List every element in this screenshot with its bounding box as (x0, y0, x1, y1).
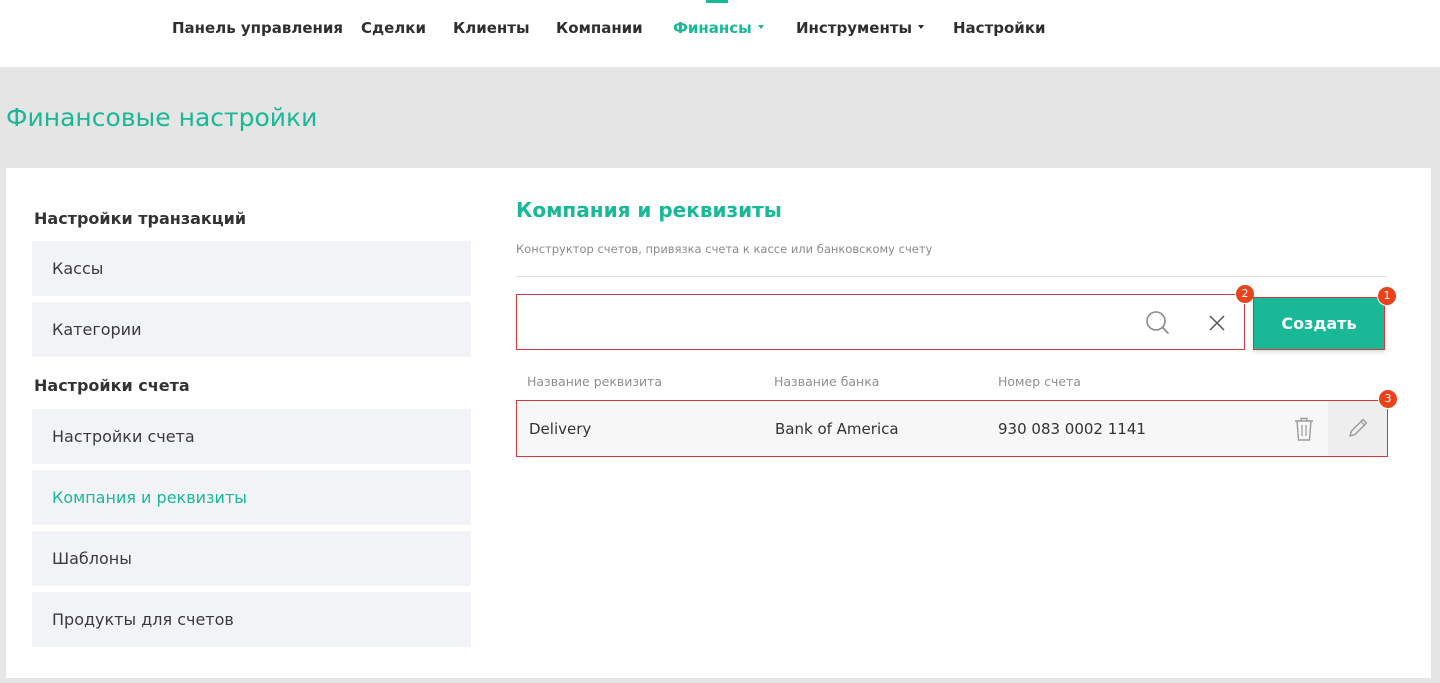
table-row[interactable]: Delivery Bank of America 930 083 0002 11… (516, 400, 1388, 457)
active-nav-indicator (706, 0, 728, 3)
pencil-icon[interactable] (1346, 416, 1370, 440)
annotation-badge-2: 2 (1236, 285, 1254, 303)
trash-icon[interactable] (1293, 416, 1315, 442)
annotation-badge-3: 3 (1379, 390, 1397, 408)
page-title: Финансовые настройки (6, 103, 318, 132)
create-button[interactable]: Создать (1253, 297, 1385, 350)
nav-item-clients[interactable]: Клиенты (453, 19, 530, 37)
section-title: Компания и реквизиты (516, 198, 782, 222)
nav-item-settings[interactable]: Настройки (953, 19, 1046, 37)
caret-down-icon (918, 24, 925, 29)
search-box (516, 294, 1245, 350)
sidebar-item-invoice-settings[interactable]: Настройки счета (32, 409, 471, 464)
sidebar-item-templates[interactable]: Шаблоны (32, 531, 471, 586)
nav-item-tools-label: Инструменты (796, 19, 913, 37)
top-navigation: Панель управления Сделки Клиенты Компани… (0, 0, 1440, 67)
sidebar-item-cash-registers[interactable]: Кассы (32, 241, 471, 296)
cell-bank-name: Bank of America (775, 420, 899, 438)
search-icon[interactable] (1145, 310, 1171, 336)
nav-item-companies[interactable]: Компании (556, 19, 643, 37)
nav-item-finance[interactable]: Финансы (673, 19, 764, 37)
column-header-bank-name: Название банка (774, 374, 880, 389)
sidebar-heading-transactions: Настройки транзакций (34, 209, 247, 228)
annotation-badge-1: 1 (1378, 287, 1396, 305)
sidebar-item-categories[interactable]: Категории (32, 302, 471, 357)
nav-item-dashboard[interactable]: Панель управления (172, 19, 343, 37)
column-header-requisite-name: Название реквизита (527, 374, 663, 389)
sidebar-item-company-details[interactable]: Компания и реквизиты (32, 470, 471, 525)
section-divider (516, 276, 1386, 277)
search-input[interactable] (527, 307, 1127, 337)
edit-cell (1328, 401, 1387, 456)
settings-card: Настройки транзакций Кассы Категории Нас… (6, 168, 1431, 678)
cell-requisite-name: Delivery (529, 420, 592, 438)
nav-item-finance-label: Финансы (673, 19, 752, 37)
nav-item-deals[interactable]: Сделки (361, 19, 426, 37)
nav-item-tools[interactable]: Инструменты (796, 19, 925, 37)
section-subtitle: Конструктор счетов, привязка счета к кас… (516, 242, 933, 256)
column-header-account-number: Номер счета (998, 374, 1081, 389)
cell-account-number: 930 083 0002 1141 (998, 420, 1146, 438)
caret-down-icon (757, 24, 764, 29)
sidebar-item-invoice-products[interactable]: Продукты для счетов (32, 592, 471, 647)
close-icon[interactable] (1207, 313, 1227, 333)
sidebar-heading-invoice: Настройки счета (34, 376, 190, 395)
